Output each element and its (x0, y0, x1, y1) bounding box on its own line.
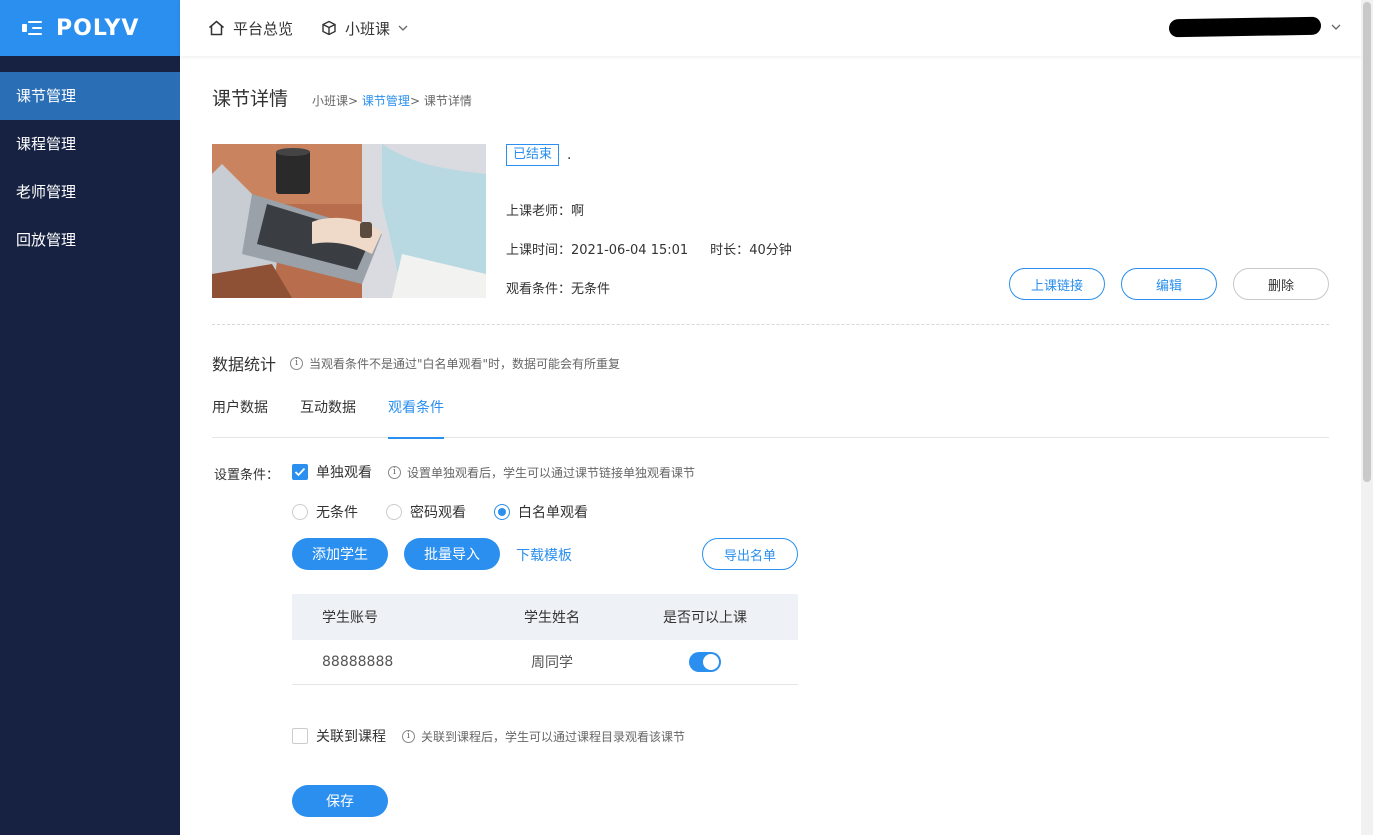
single-watch-row: 单独观看 i 设置单独观看后，学生可以通过课节链接单独观看课节 (292, 462, 695, 482)
logo: POLYV (56, 15, 140, 41)
scrollbar-thumb[interactable] (1363, 2, 1371, 482)
link-course-hint: i 关联到课程后，学生可以通过课程目录观看该课节 (402, 728, 685, 745)
lesson-status-row: 已结束 . (506, 144, 571, 166)
radio-whitelist[interactable] (494, 504, 510, 520)
logo-bar: POLYV (0, 0, 180, 56)
page-header: 课节详情 小班课> 课节管理> 课节详情 (212, 84, 472, 111)
condition-value: 无条件 (571, 282, 611, 297)
tab-user-data[interactable]: 用户数据 (212, 396, 268, 438)
lesson-info: 已结束 . 上课老师：啊 上课时间：2021-06-04 15:01 时长：40分… (506, 144, 792, 297)
radio-password[interactable] (386, 504, 402, 520)
single-watch-hint: i 设置单独观看后，学生可以通过课节链接单独观看课节 (388, 464, 695, 481)
tab-interaction-data[interactable]: 互动数据 (300, 396, 356, 438)
stats-note: i 当观看条件不是通过"白名单观看"时，数据可能会有所重复 (290, 355, 620, 372)
teacher-line: 上课老师：啊 (506, 204, 585, 219)
stats-title: 数据统计 (212, 355, 277, 374)
page-title: 课节详情 (212, 88, 289, 110)
product-label: 小班课 (345, 19, 391, 38)
table-row: 88888888 周同学 (292, 640, 798, 685)
single-watch-label: 单独观看 (316, 465, 372, 481)
download-template-link[interactable]: 下载模板 (516, 545, 572, 565)
sidebar-item-playback[interactable]: 回放管理 (0, 216, 180, 264)
teacher-value: 啊 (571, 204, 585, 219)
tab-watch-conditions[interactable]: 观看条件 (388, 396, 444, 439)
lesson-name: . (567, 147, 572, 163)
edit-button[interactable]: 编辑 (1121, 268, 1217, 300)
link-course-checkbox[interactable] (292, 728, 308, 744)
radio-option-password[interactable]: 密码观看 (386, 502, 466, 522)
cell-can-attend (612, 652, 798, 672)
redacted-username (1169, 16, 1321, 38)
lesson-actions: 上课链接 编辑 删除 (1009, 268, 1329, 300)
info-icon: i (290, 356, 304, 370)
condition-radio-group: 无条件 密码观看 白名单观看 (292, 502, 616, 522)
stats-header: 数据统计 i 当观看条件不是通过"白名单观看"时，数据可能会有所重复 (212, 351, 620, 375)
chevron-down-icon (398, 25, 408, 31)
whitelist-table: 学生账号 学生姓名 是否可以上课 88888888 周同学 (292, 594, 798, 685)
sidebar-item-teachers[interactable]: 老师管理 (0, 168, 180, 216)
radio-option-none[interactable]: 无条件 (292, 502, 358, 522)
platform-overview-link[interactable]: 平台总览 (208, 18, 293, 39)
conditions-label: 设置条件： (214, 468, 280, 483)
delete-button[interactable]: 删除 (1233, 268, 1329, 300)
breadcrumb: 小班课> 课节管理> 课节详情 (312, 94, 472, 108)
cube-icon (322, 20, 336, 36)
header-name: 学生姓名 (524, 610, 580, 626)
sidebar-nav: 课节管理 课程管理 老师管理 回放管理 (0, 72, 180, 264)
duration-value: 40分钟 (749, 243, 792, 258)
top-header: 平台总览 小班课 (180, 0, 1361, 56)
header-can-attend: 是否可以上课 (663, 610, 747, 626)
breadcrumb-item-current: 课节详情 (423, 94, 472, 108)
menu-collapse-icon[interactable] (22, 19, 42, 37)
link-course-row: 关联到课程 i 关联到课程后，学生可以通过课程目录观看该课节 (292, 726, 685, 746)
batch-import-button[interactable]: 批量导入 (404, 538, 500, 570)
can-attend-toggle[interactable] (689, 652, 721, 672)
condition-line: 观看条件：无条件 (506, 282, 611, 297)
main-content: 课节详情 小班课> 课节管理> 课节详情 已结束 . 上课老师：啊 上课时间：2… (180, 56, 1361, 835)
table-header: 学生账号 学生姓名 是否可以上课 (292, 594, 798, 640)
check-icon (294, 467, 306, 477)
info-icon: i (402, 729, 415, 743)
breadcrumb-item-lessons[interactable]: 课节管理 (362, 94, 410, 108)
radio-option-whitelist[interactable]: 白名单观看 (494, 502, 588, 522)
time-line: 上课时间：2021-06-04 15:01 时长：40分钟 (506, 243, 792, 258)
time-value: 2021-06-04 15:01 (571, 243, 689, 258)
cell-name: 周同学 (531, 655, 573, 671)
user-menu[interactable] (1169, 16, 1341, 38)
export-list-button[interactable]: 导出名单 (702, 538, 798, 570)
sidebar: POLYV 课节管理 课程管理 老师管理 回放管理 (0, 0, 180, 835)
section-divider (212, 324, 1329, 325)
add-student-button[interactable]: 添加学生 (292, 538, 388, 570)
save-button[interactable]: 保存 (292, 785, 388, 817)
link-course-label: 关联到课程 (316, 729, 386, 745)
class-link-button[interactable]: 上课链接 (1009, 268, 1105, 300)
chevron-down-icon (1331, 24, 1341, 30)
sidebar-item-lessons[interactable]: 课节管理 (0, 72, 180, 120)
stats-tabs: 用户数据 互动数据 观看条件 (212, 396, 1329, 439)
radio-none[interactable] (292, 504, 308, 520)
lesson-cover-image (212, 144, 486, 298)
product-dropdown[interactable]: 小班课 (321, 18, 416, 39)
home-icon (209, 20, 224, 36)
status-badge: 已结束 (506, 144, 560, 166)
sidebar-item-courses[interactable]: 课程管理 (0, 120, 180, 168)
header-account: 学生账号 (322, 610, 378, 626)
info-icon: i (388, 465, 401, 479)
cell-account: 88888888 (322, 654, 394, 670)
breadcrumb-item-product[interactable]: 小班课 (312, 94, 348, 108)
single-watch-checkbox[interactable] (292, 464, 308, 480)
platform-overview-label: 平台总览 (233, 19, 294, 38)
page-scrollbar[interactable] (1361, 0, 1373, 835)
